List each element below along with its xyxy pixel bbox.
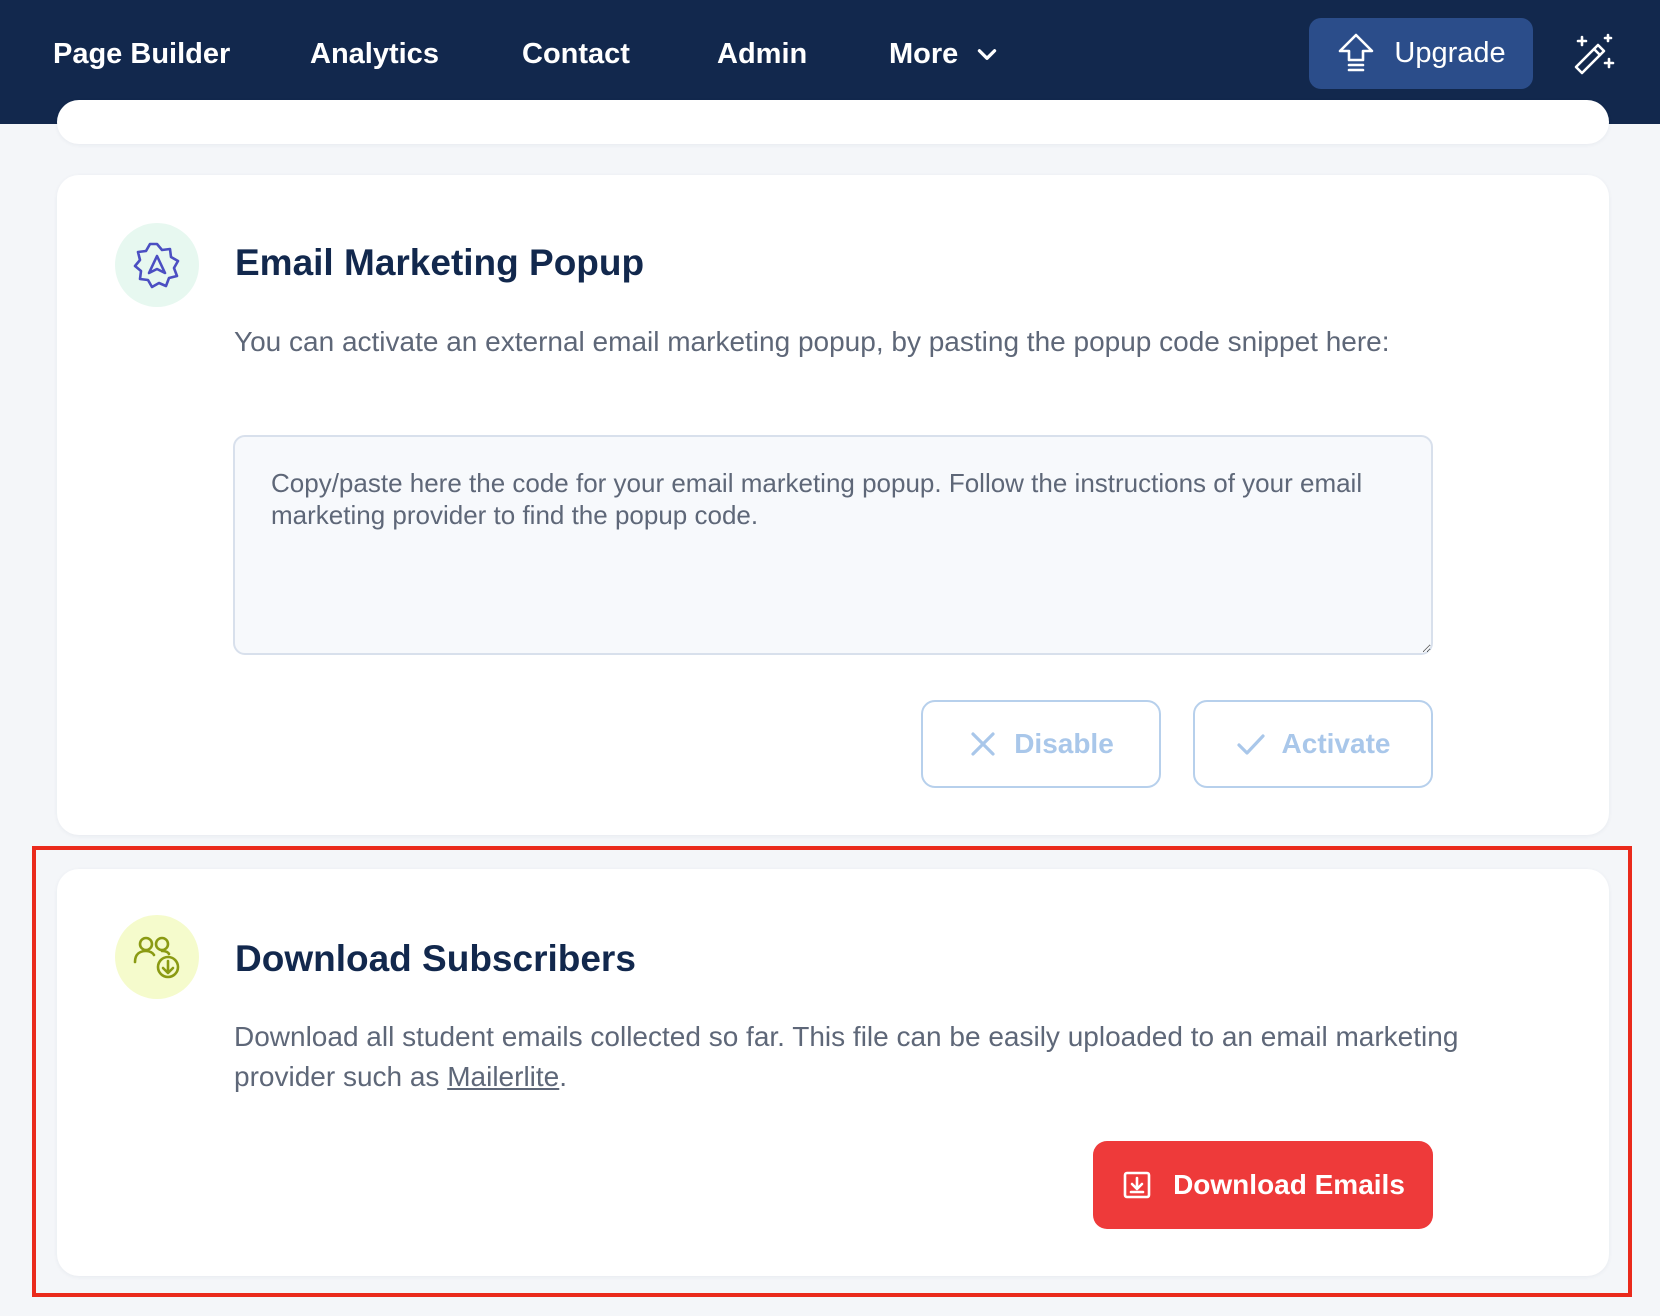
nav-more-label: More <box>889 38 959 70</box>
previous-settings-card <box>57 100 1609 144</box>
email-marketing-popup-card: Email Marketing Popup You can activate a… <box>57 175 1609 835</box>
upload-arrow-icon <box>1339 33 1374 71</box>
disable-button[interactable]: Disable <box>921 700 1161 788</box>
popup-card-badge <box>115 223 199 307</box>
mailerlite-link[interactable]: Mailerlite <box>447 1061 559 1092</box>
activate-label: Activate <box>1281 728 1391 759</box>
popup-card-title: Email Marketing Popup <box>235 242 645 283</box>
popup-card-description: You can activate an external email marke… <box>234 326 1390 357</box>
nav-more-menu[interactable]: More <box>889 36 1000 72</box>
upgrade-label: Upgrade <box>1394 37 1506 69</box>
disable-label: Disable <box>1014 728 1114 759</box>
check-icon <box>1236 734 1265 755</box>
nav-admin[interactable]: Admin <box>717 36 807 72</box>
download-tray-icon <box>1123 1171 1151 1199</box>
close-icon <box>971 732 995 756</box>
download-emails-label: Download Emails <box>1173 1169 1405 1200</box>
download-card-badge <box>115 915 199 999</box>
users-download-icon <box>133 936 180 979</box>
chevron-down-icon <box>978 49 997 60</box>
badge-settings-icon <box>133 242 180 289</box>
download-subscribers-card: Download Subscribers Download all studen… <box>57 869 1609 1276</box>
upgrade-button[interactable]: Upgrade <box>1309 18 1533 89</box>
download-emails-button[interactable]: Download Emails <box>1093 1141 1433 1229</box>
nav-page-builder[interactable]: Page Builder <box>53 36 230 72</box>
download-card-title: Download Subscribers <box>235 938 636 979</box>
nav-analytics[interactable]: Analytics <box>310 36 439 72</box>
download-description-text: Download all student emails collected so… <box>234 1021 1459 1092</box>
activate-button[interactable]: Activate <box>1193 700 1433 788</box>
download-description-end: . <box>559 1061 568 1092</box>
nav-contact[interactable]: Contact <box>522 36 630 72</box>
download-card-description: Download all student emails collected so… <box>234 1017 1494 1097</box>
magic-wand-icon[interactable] <box>1572 33 1616 77</box>
popup-code-textarea[interactable] <box>233 435 1433 655</box>
